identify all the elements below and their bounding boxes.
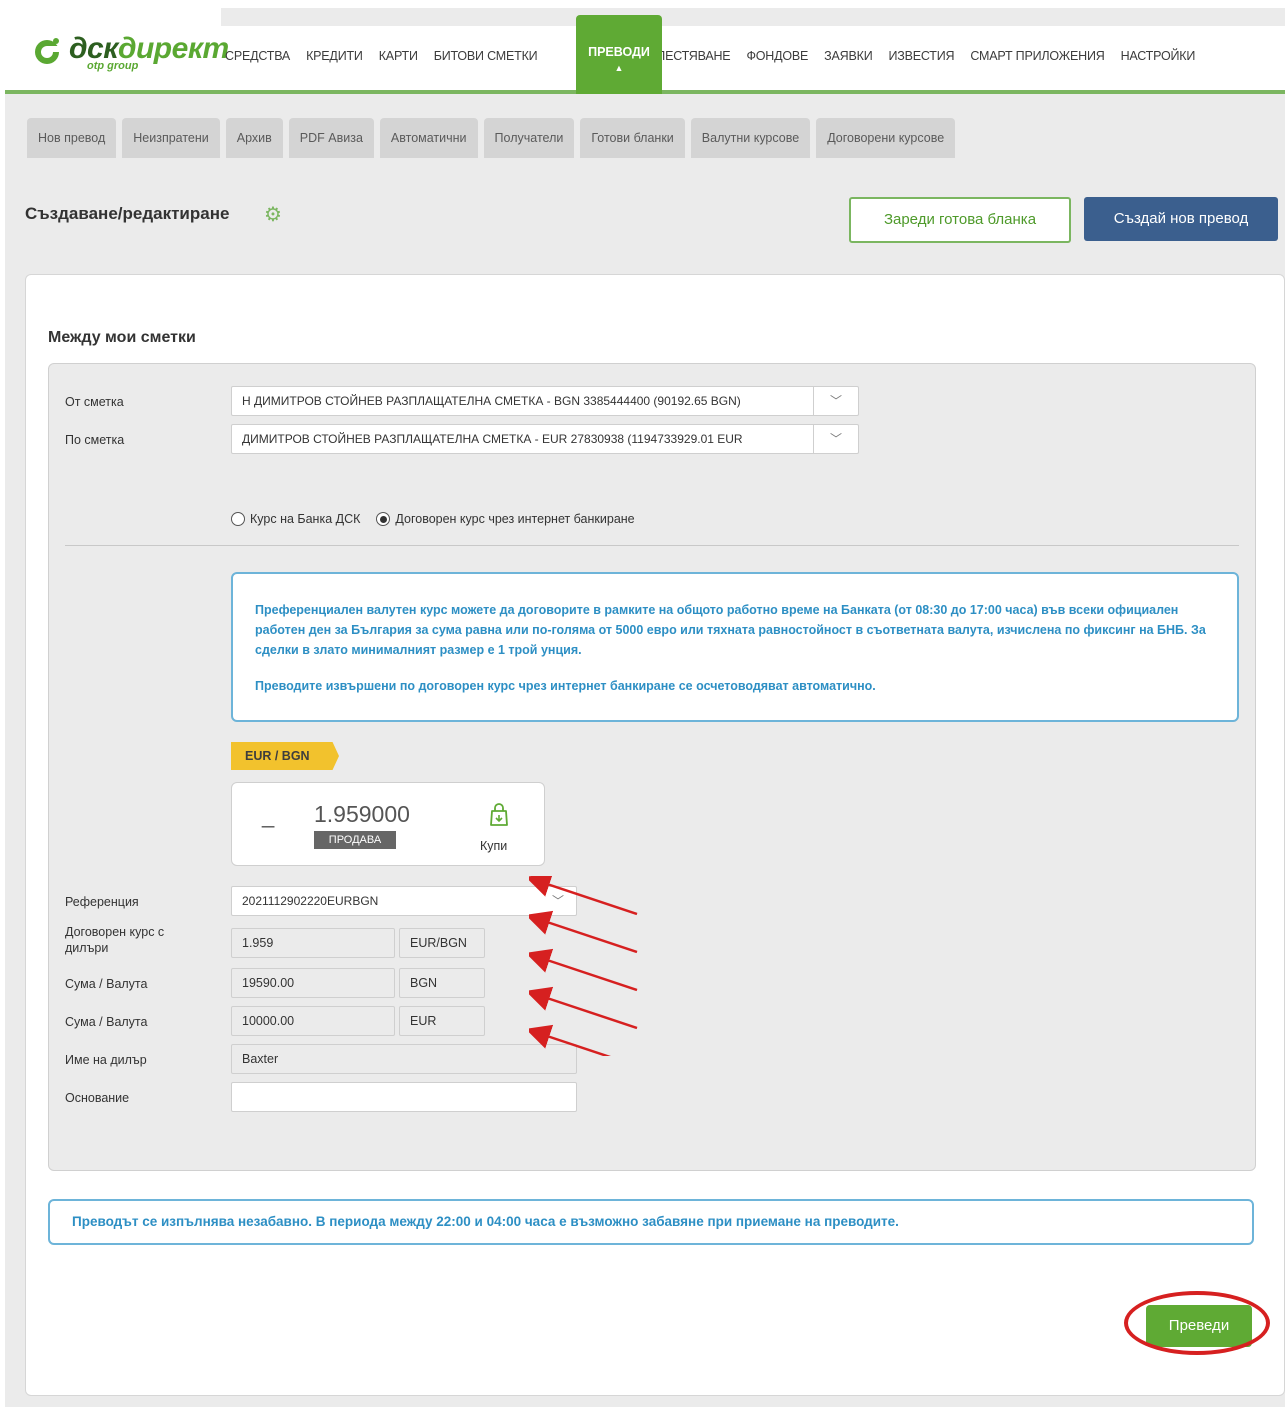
caret-up-icon: ▲ xyxy=(614,63,624,73)
info-paragraph-1: Преференциален валутен курс можете да до… xyxy=(255,603,1206,657)
reference-value: 2021112902220EURBGN xyxy=(242,894,379,908)
annotation-arrow xyxy=(529,910,638,954)
chevron-down-icon: ﹀ xyxy=(813,425,858,453)
dealer-rate-label: Договорен курс с дилъри xyxy=(65,924,164,956)
dealer-name-label: Име на дилър xyxy=(65,1053,147,1067)
sell-badge: ПРОДАВА xyxy=(314,831,396,849)
to-account-value: ДИМИТРОВ СТОЙНЕВ РАЗПЛАЩАТЕЛНА СМЕТКА - … xyxy=(242,432,743,446)
gear-icon[interactable]: ⚙ xyxy=(264,204,286,226)
page-title: Създаване/редактиране xyxy=(25,204,230,223)
dealer-rate-label-line1: Договорен курс с xyxy=(65,925,165,939)
info-paragraph-2: Преводите извършени по договорен курс чр… xyxy=(255,679,876,693)
from-account-label: От сметка xyxy=(65,395,124,409)
nav-item-funds-invest[interactable]: ФОНДОВЕ xyxy=(738,46,816,66)
amount-bgn-field: 19590.00 xyxy=(231,968,395,998)
nav-item-settings[interactable]: НАСТРОЙКИ xyxy=(1113,46,1204,66)
currency-bgn-field: BGN xyxy=(399,968,485,998)
nav-item-smart-apps[interactable]: СМАРТ ПРИЛОЖЕНИЯ xyxy=(962,46,1112,66)
radio-negotiated-rate-label: Договорен курс чрез интернет банкиране xyxy=(395,512,635,526)
rate-dash: _ xyxy=(262,803,275,828)
nav-item-notifications[interactable]: ИЗВЕСТИЯ xyxy=(880,46,962,66)
amount-eur-field: 10000.00 xyxy=(231,1006,395,1036)
radio-bank-rate[interactable] xyxy=(231,512,245,526)
sub-tabs: Нов превод Неизпратени Архив PDF Авиза А… xyxy=(27,118,956,158)
basis-input[interactable] xyxy=(231,1082,577,1112)
rate-card: _ 1.959000 ПРОДАВА Купи xyxy=(231,782,545,866)
dealer-rate-label-line2: дилъри xyxy=(65,941,109,955)
to-account-label: По сметка xyxy=(65,433,125,447)
main-nav: СРЕДСТВА КРЕДИТИ КАРТИ БИТОВИ СМЕТКИ СПЕ… xyxy=(217,46,1203,66)
chevron-down-icon: ﹀ xyxy=(813,387,858,415)
divider xyxy=(65,545,1239,546)
tab-unsent[interactable]: Неизпратени xyxy=(122,118,220,158)
nav-active-label: ПРЕВОДИ xyxy=(588,45,650,59)
dealer-rate-field: 1.959 xyxy=(231,928,395,958)
radio-bank-rate-label: Курс на Банка ДСК xyxy=(250,512,361,526)
form-panel: От сметка Н ДИМИТРОВ СТОЙНЕВ РАЗПЛАЩАТЕЛ… xyxy=(48,363,1256,1171)
shopping-bag-icon[interactable] xyxy=(488,803,510,827)
tab-archive[interactable]: Архив xyxy=(225,118,283,158)
page: дскдирект otp group СРЕДСТВА КРЕДИТИ КАР… xyxy=(5,8,1285,1407)
info-box: Преференциален валутен курс можете да до… xyxy=(231,572,1239,722)
basis-label: Основание xyxy=(65,1091,130,1105)
annotation-arrows xyxy=(529,876,638,1056)
amount-bgn-label: Сума / Валута xyxy=(65,977,148,991)
annotation-arrow xyxy=(529,986,638,1030)
processing-notice: Преводът се изпълнява незабавно. В перио… xyxy=(48,1199,1254,1245)
dealer-name-field: Baxter xyxy=(231,1044,577,1074)
annotation-circle xyxy=(1124,1291,1270,1355)
reference-select[interactable]: 2021112902220EURBGN ﹀ xyxy=(231,886,577,916)
nav-item-funds[interactable]: СРЕДСТВА xyxy=(217,46,298,66)
reference-label: Референция xyxy=(65,895,139,909)
currency-eur-field: EUR xyxy=(399,1006,485,1036)
annotation-arrow xyxy=(529,1024,611,1056)
currency-pair-tag: EUR / BGN xyxy=(231,742,339,770)
from-account-select[interactable]: Н ДИМИТРОВ СТОЙНЕВ РАЗПЛАЩАТЕЛНА СМЕТКА … xyxy=(231,386,859,416)
to-account-select[interactable]: ДИМИТРОВ СТОЙНЕВ РАЗПЛАЩАТЕЛНА СМЕТКА - … xyxy=(231,424,859,454)
annotation-arrow xyxy=(529,948,638,992)
from-account-value: Н ДИМИТРОВ СТОЙНЕВ РАЗПЛАЩАТЕЛНА СМЕТКА … xyxy=(242,394,741,408)
nav-item-loans[interactable]: КРЕДИТИ xyxy=(298,46,371,66)
new-transfer-button[interactable]: Създай нов превод xyxy=(1084,197,1278,241)
amount-eur-label: Сума / Валута xyxy=(65,1015,148,1029)
tab-automatic[interactable]: Автоматични xyxy=(379,118,478,158)
tab-pdf-notices[interactable]: PDF Авиза xyxy=(288,118,374,158)
load-template-button[interactable]: Зареди готова бланка xyxy=(849,197,1071,243)
nav-item-requests[interactable]: ЗАЯВКИ xyxy=(816,46,880,66)
tab-negotiated-rates[interactable]: Договорени курсове xyxy=(816,118,956,158)
tab-recipients[interactable]: Получатели xyxy=(483,118,575,158)
tab-templates[interactable]: Готови бланки xyxy=(580,118,685,158)
rate-type-radio-group: Курс на Банка ДСК Договорен курс чрез ин… xyxy=(231,512,635,526)
nav-item-transfers-active[interactable]: ПРЕВОДИ ▲ xyxy=(576,15,662,94)
nav-item-utility-bills[interactable]: БИТОВИ СМЕТКИ xyxy=(426,46,546,66)
dealer-rate-unit-field: EUR/BGN xyxy=(399,928,485,958)
tab-exchange-rates[interactable]: Валутни курсове xyxy=(690,118,811,158)
dsk-logo-icon xyxy=(35,38,61,64)
section-title: Между мои сметки xyxy=(48,329,196,346)
nav-item-cards[interactable]: КАРТИ xyxy=(371,46,426,66)
buy-label[interactable]: Купи xyxy=(480,839,507,853)
tab-new-transfer[interactable]: Нов превод xyxy=(27,118,117,158)
rate-value: 1.959000 xyxy=(314,801,410,827)
transfer-card: Между мои сметки От сметка Н ДИМИТРОВ СТ… xyxy=(25,274,1285,1396)
dsk-direct-logo[interactable]: дскдирект otp group xyxy=(31,34,229,72)
annotation-arrow xyxy=(529,876,638,916)
header-top-gap xyxy=(221,8,1285,26)
radio-negotiated-rate[interactable] xyxy=(376,512,391,526)
